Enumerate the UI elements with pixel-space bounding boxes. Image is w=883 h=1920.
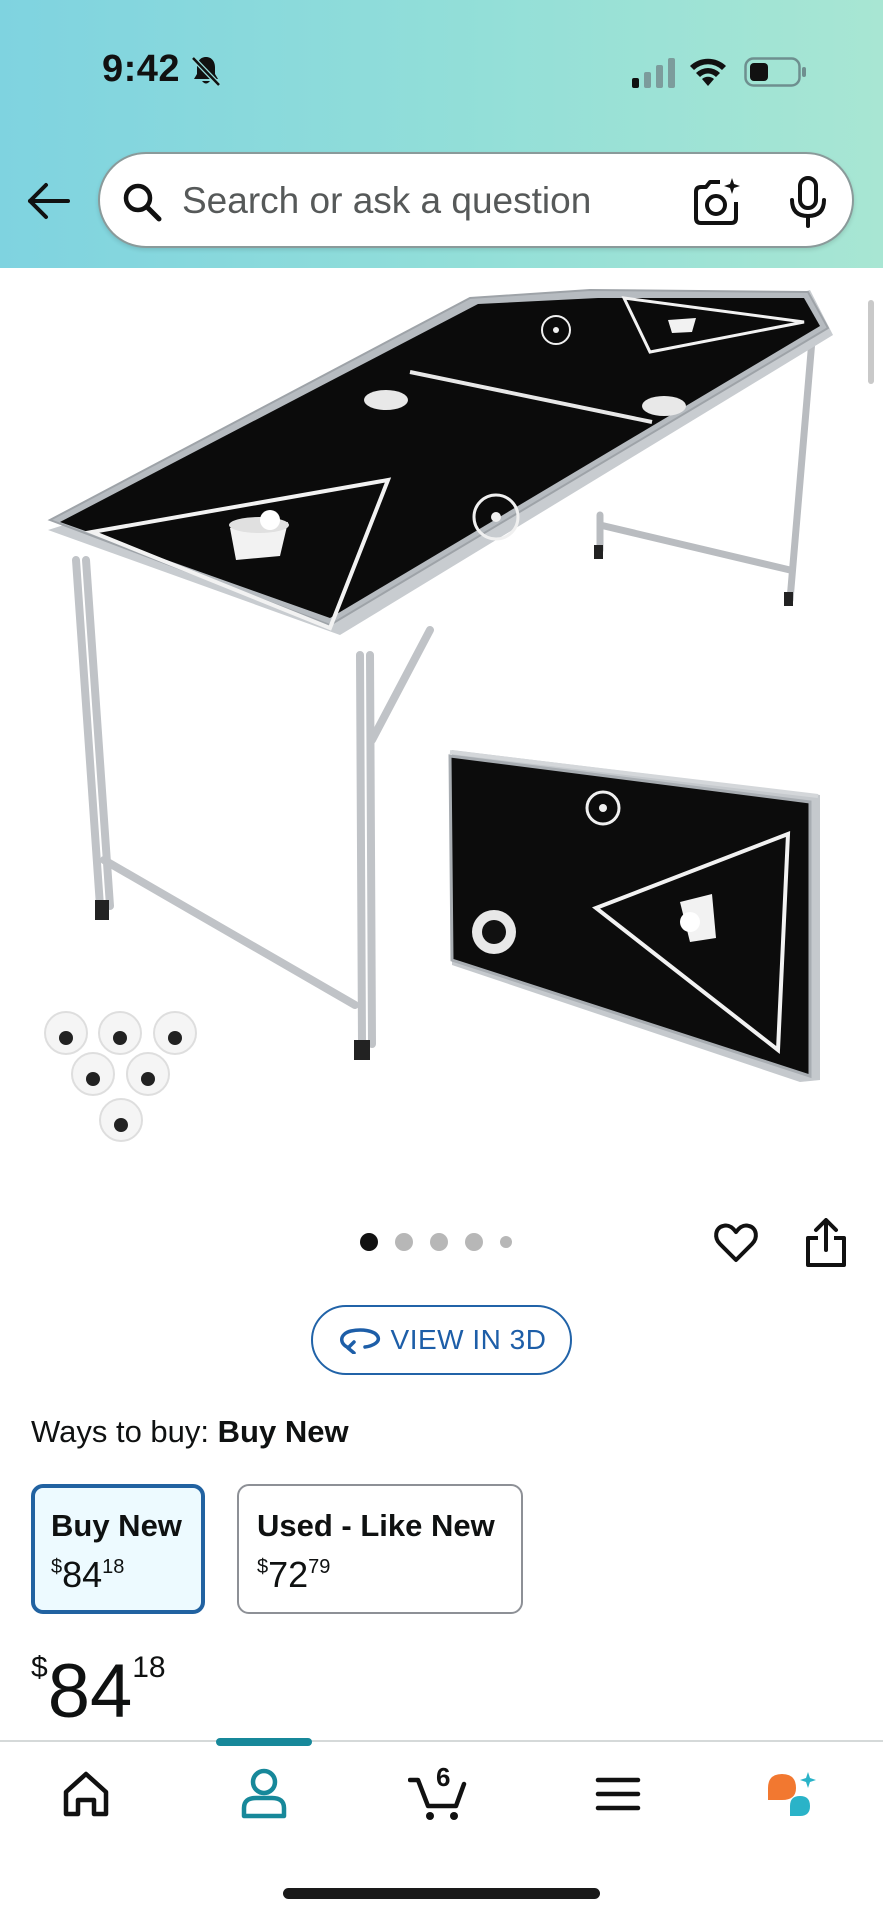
pagination-dot-4[interactable] <box>465 1233 483 1251</box>
cart-count: 6 <box>436 1762 451 1792</box>
search-bar[interactable] <box>98 152 854 248</box>
ways-to-buy-label: Ways to buy: <box>31 1414 210 1449</box>
bell-off-icon <box>191 56 221 87</box>
cellular-signal-icon <box>632 58 675 88</box>
image-scrollbar[interactable] <box>868 300 874 384</box>
option-name: Buy New <box>51 1508 182 1543</box>
pagination-dot-3[interactable] <box>430 1233 448 1251</box>
rufus-icon[interactable] <box>762 1766 822 1822</box>
battery-icon <box>744 57 806 87</box>
home-indicator[interactable] <box>283 1888 600 1899</box>
view-in-3d-label: VIEW IN 3D <box>390 1324 547 1355</box>
share-icon[interactable] <box>804 1218 848 1268</box>
ways-to-buy-value: Buy New <box>217 1414 349 1449</box>
header: 9:42 <box>0 0 883 268</box>
home-icon[interactable] <box>56 1766 116 1822</box>
wifi-icon <box>690 58 726 86</box>
search-icon <box>123 183 162 222</box>
option-used-like-new[interactable]: Used - Like New $7279 <box>237 1484 523 1614</box>
product-image[interactable] <box>0 268 883 1168</box>
nav-active-indicator <box>216 1738 312 1746</box>
menu-icon[interactable] <box>588 1766 648 1822</box>
pagination-dot-2[interactable] <box>395 1233 413 1251</box>
option-buy-new[interactable]: Buy New $8418 <box>31 1484 205 1614</box>
camera-lens-icon[interactable] <box>690 176 742 228</box>
heart-icon[interactable] <box>712 1218 760 1266</box>
option-price: $7279 <box>257 1554 331 1595</box>
microphone-icon[interactable] <box>786 176 830 228</box>
status-time: 9:42 <box>102 48 181 90</box>
back-arrow-icon[interactable] <box>26 178 72 224</box>
image-pagination-dots[interactable] <box>360 1232 512 1252</box>
option-name: Used - Like New <box>257 1508 495 1543</box>
account-icon[interactable] <box>234 1766 294 1822</box>
pagination-dot-5[interactable] <box>500 1236 512 1248</box>
option-price: $8418 <box>51 1554 125 1595</box>
ways-to-buy: Ways to buy: Buy New <box>31 1414 349 1450</box>
search-input[interactable] <box>182 176 662 226</box>
product-price: $8418 <box>31 1649 166 1734</box>
view-in-3d-button[interactable]: VIEW IN 3D <box>311 1305 572 1375</box>
rotate-3d-icon <box>339 1328 380 1354</box>
pagination-dot-1[interactable] <box>360 1233 378 1251</box>
